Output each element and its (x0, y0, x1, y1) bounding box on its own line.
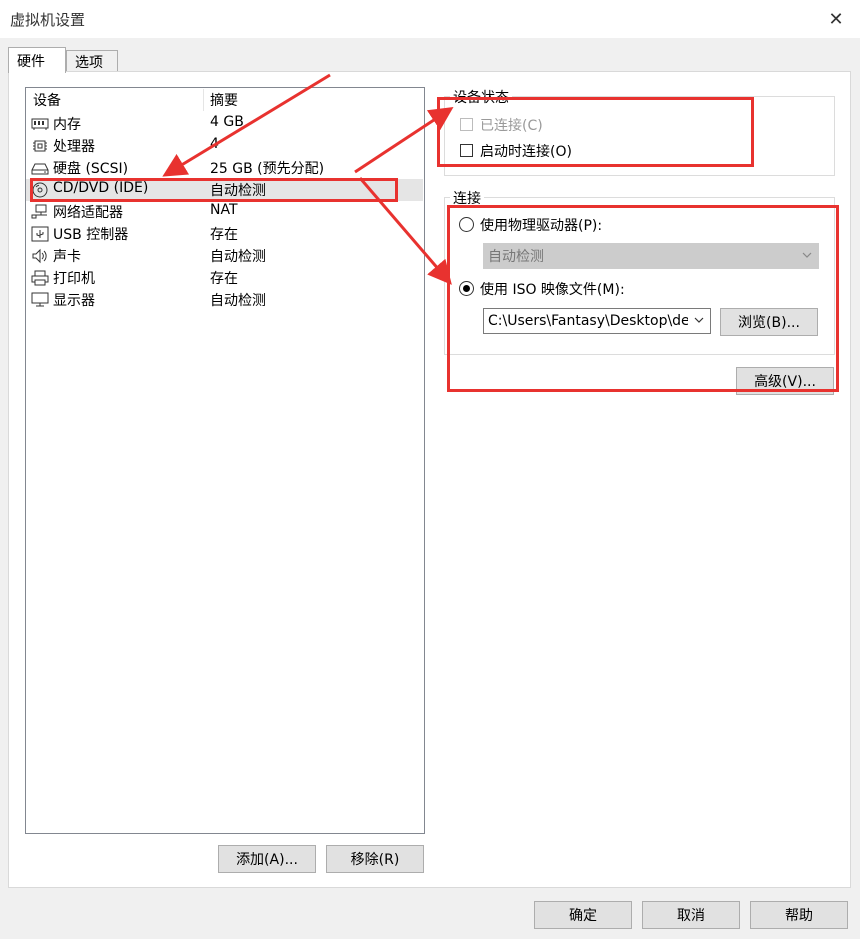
hard-disk-icon (31, 163, 49, 175)
physical-drive-radio[interactable] (459, 217, 474, 232)
device-status-group (444, 96, 835, 176)
network-adapter-icon (31, 204, 47, 219)
device-summary: 存在 (210, 227, 238, 243)
device-name: 处理器 (53, 139, 95, 155)
chevron-down-icon (694, 317, 704, 323)
close-icon[interactable]: ✕ (818, 4, 854, 34)
iso-path-value: C:\Users\Fantasy\Desktop\dee (488, 313, 688, 329)
remove-button[interactable]: 移除(R) (326, 845, 424, 873)
printer-icon (31, 270, 49, 286)
tab-hardware[interactable]: 硬件 (8, 47, 66, 73)
tab-options[interactable]: 选项 (66, 50, 118, 72)
device-row-display[interactable]: 显示器 自动检测 (26, 289, 423, 311)
device-row-memory[interactable]: 内存 4 GB (26, 113, 423, 135)
device-name: 网络适配器 (53, 205, 123, 221)
device-name: 声卡 (53, 249, 81, 265)
add-button[interactable]: 添加(A)... (218, 845, 316, 873)
device-name: 打印机 (53, 271, 95, 287)
column-divider[interactable] (203, 89, 204, 111)
column-header-summary[interactable]: 摘要 (210, 90, 238, 110)
device-name: CD/DVD (IDE) (53, 180, 149, 196)
memory-icon (31, 118, 49, 130)
device-summary: 4 GB (210, 114, 244, 130)
device-row-usb-controller[interactable]: USB 控制器 存在 (26, 223, 423, 245)
device-name: 内存 (53, 117, 81, 133)
chevron-down-icon (802, 252, 812, 258)
ok-button[interactable]: 确定 (534, 901, 632, 929)
device-summary: 25 GB (预先分配) (210, 161, 325, 177)
processor-icon (33, 140, 47, 152)
device-row-hard-disk[interactable]: 硬盘 (SCSI) 25 GB (预先分配) (26, 157, 423, 179)
connected-label[interactable]: 已连接(C) (480, 115, 543, 135)
device-name: 显示器 (53, 293, 95, 309)
device-name: 硬盘 (SCSI) (53, 161, 129, 177)
connection-title: 连接 (450, 188, 484, 208)
iso-image-radio[interactable] (459, 281, 474, 296)
physical-drive-label[interactable]: 使用物理驱动器(P): (480, 215, 602, 235)
iso-image-label[interactable]: 使用 ISO 映像文件(M): (480, 279, 625, 299)
connect-at-power-on-label[interactable]: 启动时连接(O) (480, 141, 572, 161)
device-summary: 自动检测 (210, 183, 266, 199)
device-status-title: 设备状态 (450, 87, 512, 107)
device-row-printer[interactable]: 打印机 存在 (26, 267, 423, 289)
help-button[interactable]: 帮助 (750, 901, 848, 929)
device-row-cd-dvd[interactable]: CD/DVD (IDE) 自动检测 (26, 179, 423, 201)
window-title: 虚拟机设置 (10, 11, 86, 29)
device-name: USB 控制器 (53, 227, 129, 243)
speaker-icon (32, 248, 47, 264)
monitor-icon (31, 292, 49, 307)
device-row-processor[interactable]: 处理器 4 (26, 135, 423, 157)
connected-checkbox[interactable] (460, 118, 473, 131)
cancel-button[interactable]: 取消 (642, 901, 740, 929)
cd-dvd-icon (32, 182, 48, 198)
device-summary: 存在 (210, 271, 238, 287)
physical-drive-select-value: 自动检测 (488, 249, 544, 265)
physical-drive-select[interactable]: 自动检测 (483, 243, 819, 269)
iso-path-combo[interactable]: C:\Users\Fantasy\Desktop\dee (483, 308, 711, 334)
column-header-device[interactable]: 设备 (33, 90, 61, 110)
device-row-sound-card[interactable]: 声卡 自动检测 (26, 245, 423, 267)
device-row-network-adapter[interactable]: 网络适配器 NAT (26, 201, 423, 223)
browse-button[interactable]: 浏览(B)... (720, 308, 818, 336)
device-summary: NAT (210, 202, 238, 218)
device-summary: 自动检测 (210, 249, 266, 265)
title-bar: 虚拟机设置 ✕ (0, 0, 860, 38)
connect-at-power-on-checkbox[interactable] (460, 144, 473, 157)
device-summary: 自动检测 (210, 293, 266, 309)
advanced-button[interactable]: 高级(V)... (736, 367, 834, 395)
device-summary: 4 (210, 136, 219, 152)
usb-icon (31, 226, 49, 242)
